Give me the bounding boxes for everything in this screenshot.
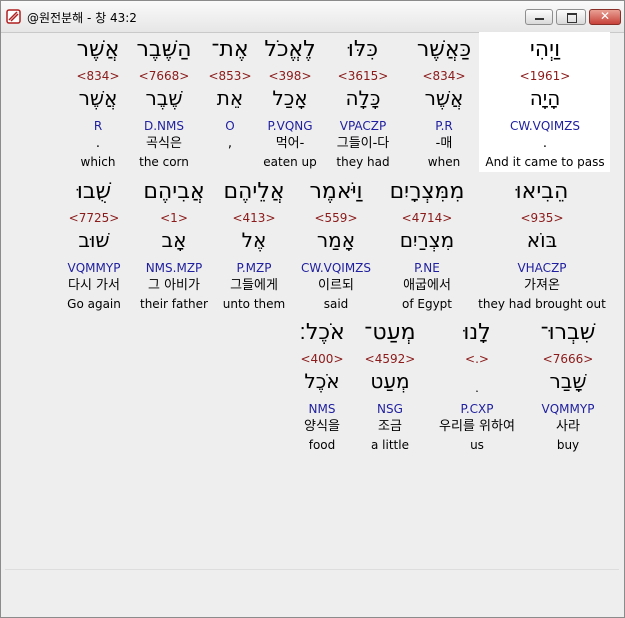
parsing-code: VQMMYP [67,261,121,275]
strong-number[interactable]: <834> [28,68,168,84]
parsing-code: R [93,119,103,133]
hebrew-word[interactable]: אֲשֶׁר [28,37,168,63]
maximize-icon [567,13,577,23]
close-icon: ✕ [599,9,611,23]
korean-gloss: 다시 가서 [68,278,120,293]
word-column[interactable]: שֻׁבוּ <7725> שׁוּב VQMMYP 다시 가서 Go again [24,179,164,315]
strong-number[interactable]: <400> [252,351,392,367]
word-column[interactable]: אֹכֶל׃ <400> אֹכֶל NMS 양식을 food [252,320,392,456]
hebrew-lemma: אֹכֶל [304,369,340,393]
korean-gloss: . [95,136,101,151]
close-button[interactable]: ✕ [589,9,621,25]
hebrew-lemma: אֲשֶׁר [78,86,118,110]
english-gloss: which [80,155,116,169]
hebrew-word[interactable]: שֻׁבוּ [24,179,164,205]
english-gloss: food [308,438,336,452]
parsing-code: NMS [308,402,336,416]
status-divider [5,569,619,570]
korean-gloss: 양식을 [304,419,340,434]
minimize-button[interactable] [525,9,553,25]
hebrew-lemma: שׁוּב [78,228,110,252]
hebrew-word[interactable]: אֹכֶל׃ [252,320,392,346]
title-bar[interactable]: @원전분해 - 창 43:2 ✕ [1,1,624,33]
strong-number[interactable]: <7725> [24,210,164,226]
english-gloss: Go again [67,297,121,311]
window-title: @원전분해 - 창 43:2 [27,11,137,25]
word-column[interactable]: אֲשֶׁר <834> אֲשֶׁר R. which [28,37,168,173]
app-window: @원전분해 - 창 43:2 ✕ וַיְהִי <1961> הָיָה CW.VQ… [0,0,625,618]
app-logo-icon [6,9,21,24]
maximize-button[interactable] [556,9,586,25]
minimize-icon [535,18,544,20]
